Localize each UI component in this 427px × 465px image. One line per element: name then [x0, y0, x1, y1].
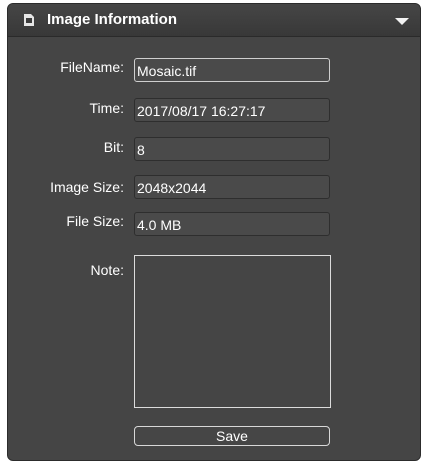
note-label: Note: [90, 262, 124, 278]
time-field[interactable]: 2017/08/17 16:27:17 [134, 98, 330, 122]
note-textarea[interactable] [134, 255, 331, 408]
file-size-field[interactable]: 4.0 MB [134, 212, 330, 236]
filename-field[interactable]: Mosaic.tif [134, 58, 330, 82]
file-size-label: File Size: [66, 213, 124, 229]
image-information-panel: Image Information FileName: Mosaic.tif T… [7, 3, 421, 461]
bit-field[interactable]: 8 [134, 137, 330, 161]
image-file-icon [24, 14, 34, 26]
chevron-down-icon[interactable] [395, 18, 409, 25]
image-size-label: Image Size: [50, 179, 124, 195]
panel-header[interactable]: Image Information [8, 4, 420, 37]
filename-label: FileName: [60, 59, 124, 75]
bit-label: Bit: [103, 139, 124, 155]
panel-title: Image Information [47, 11, 178, 28]
save-button[interactable]: Save [134, 426, 330, 446]
time-label: Time: [89, 100, 124, 116]
image-size-field[interactable]: 2048x2044 [134, 175, 330, 199]
